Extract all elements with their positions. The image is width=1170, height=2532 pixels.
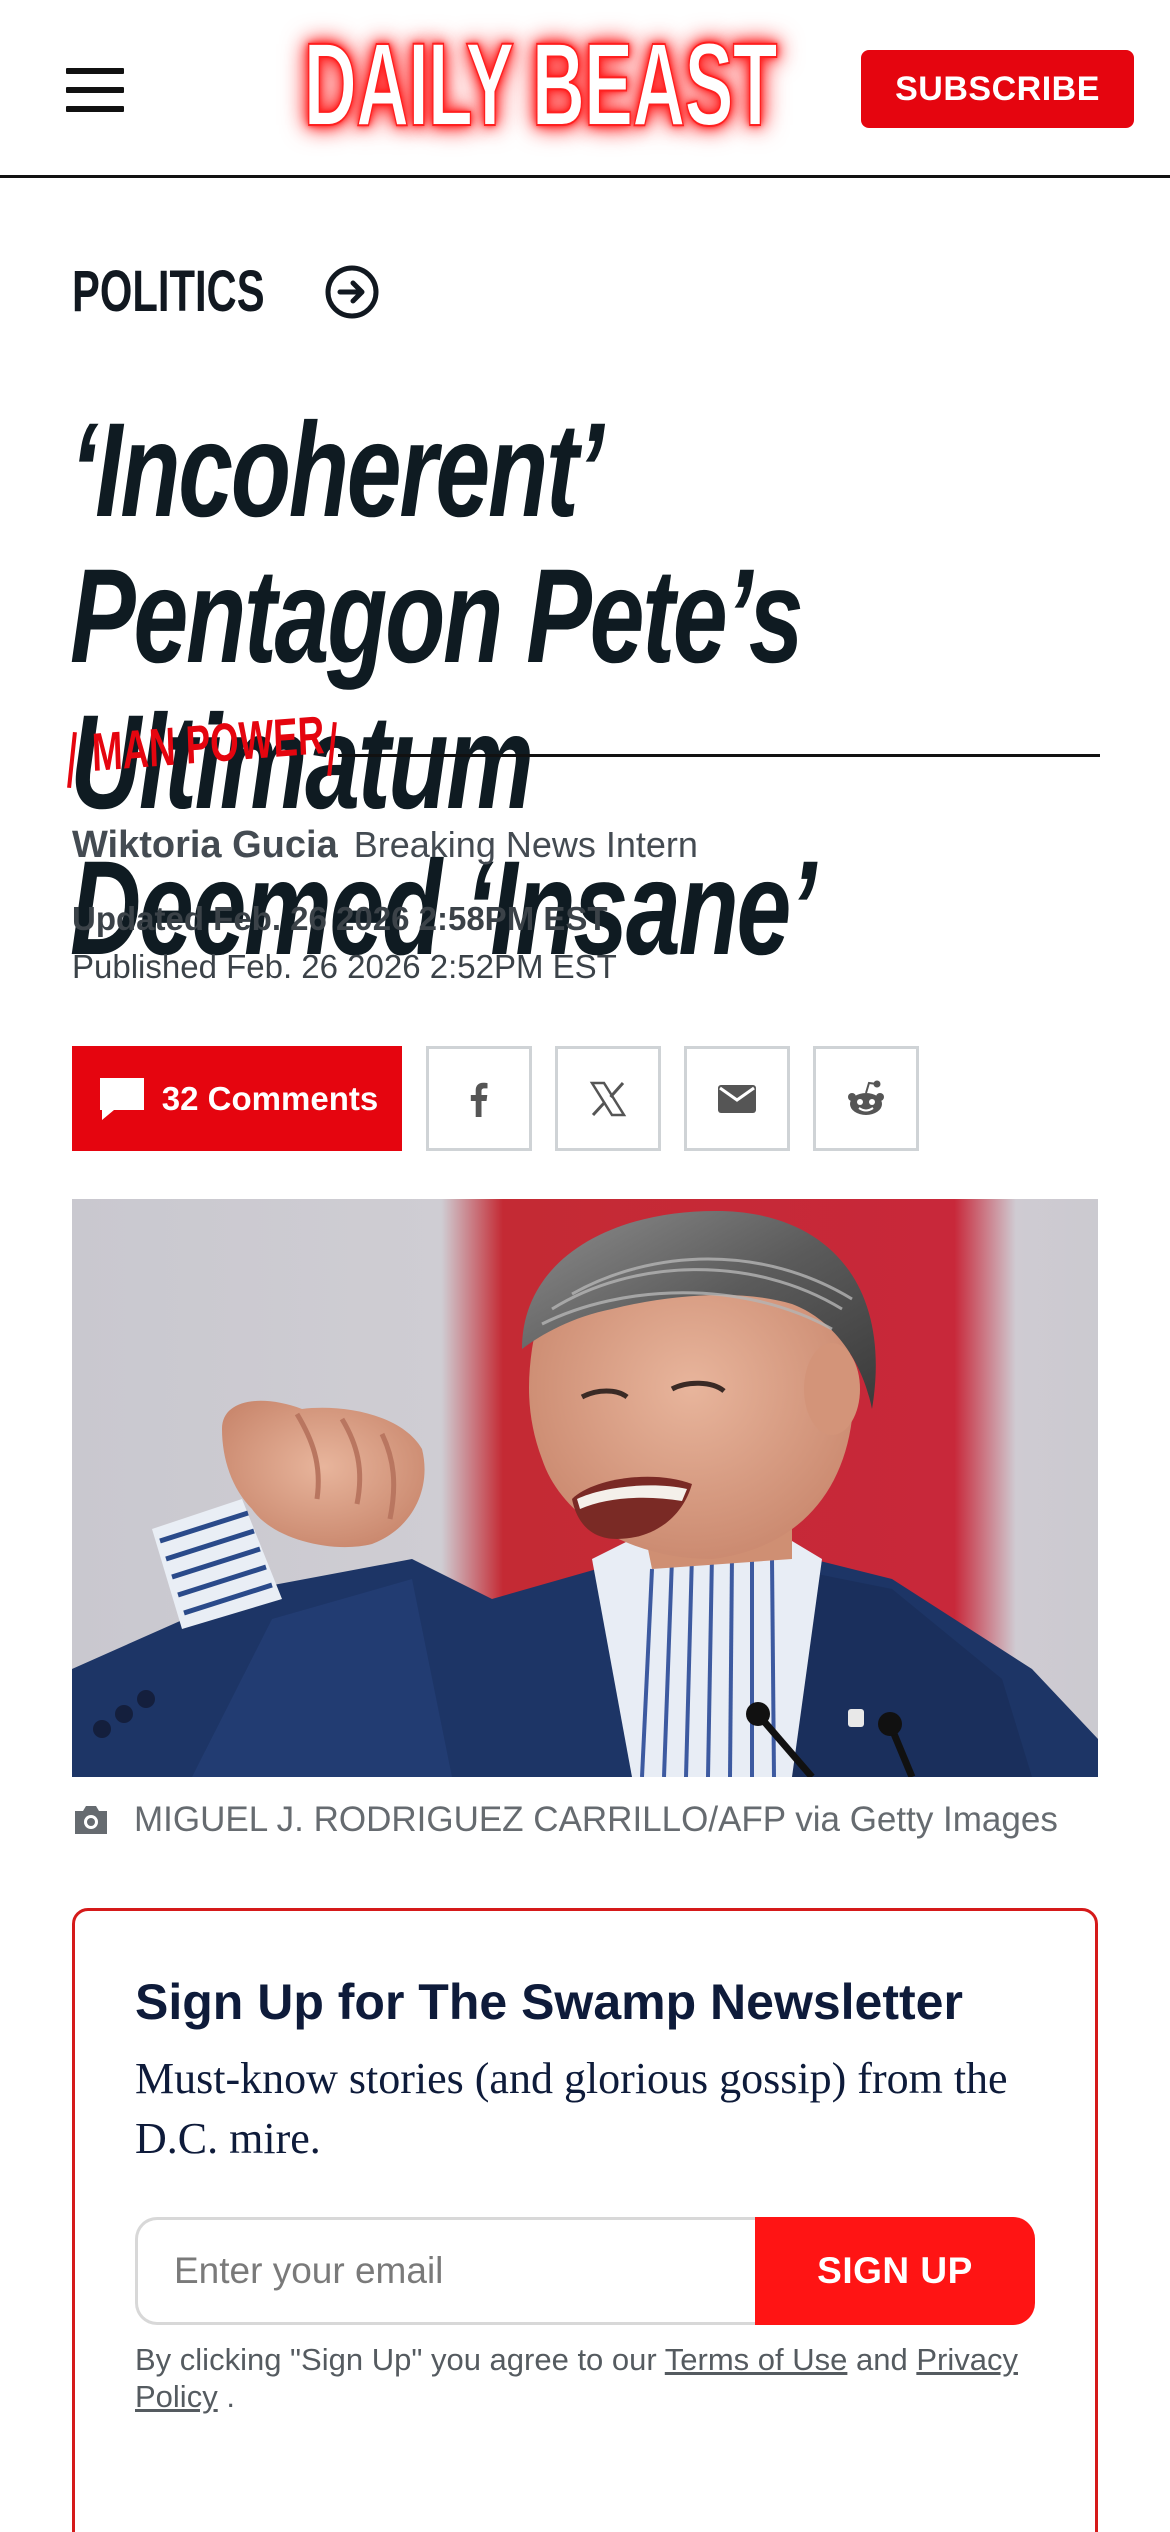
- newsletter-signup: Sign Up for The Swamp Newsletter Must-kn…: [72, 1908, 1098, 2532]
- legal-and: and: [847, 2342, 917, 2377]
- comment-bubble-icon: [99, 1077, 144, 1120]
- legal-suffix: .: [217, 2379, 235, 2414]
- terms-of-use-link[interactable]: Terms of Use: [665, 2342, 848, 2377]
- newsletter-description: Must-know stories (and glorious gossip) …: [135, 2054, 1008, 2163]
- comments-label: 32 Comments: [161, 1079, 379, 1117]
- author-role: Breaking News Intern: [353, 824, 698, 865]
- arrow-circle-right-icon: [325, 265, 379, 318]
- menu-bar: [66, 87, 124, 93]
- share-email-button[interactable]: [684, 1046, 790, 1151]
- article-headline: ‘Incoherent’ Pentagon Pete’s Ultimatum D…: [70, 396, 816, 983]
- author-name[interactable]: Wiktoria Gucia: [72, 824, 338, 866]
- article-photo: [72, 1199, 1098, 1777]
- published-timestamp: Published Feb. 26 2026 2:52PM EST: [72, 948, 617, 985]
- article-rubric: MAN POWER: [67, 705, 1100, 796]
- email-icon: [718, 1084, 756, 1113]
- legal-prefix: By clicking "Sign Up" you agree to our: [135, 2342, 665, 2377]
- site-header: DAILY BEAST SUBSCRIBE: [0, 0, 1170, 178]
- article-photo-illustration: [72, 1199, 1098, 1777]
- rubric-text: MAN POWER: [90, 705, 326, 783]
- section-link[interactable]: POLITICS: [72, 258, 380, 325]
- newsletter-legal: By clicking "Sign Up" you agree to our T…: [135, 2341, 1035, 2415]
- logo-text: DAILY BEAST: [303, 18, 778, 152]
- byline: Wiktoria Gucia Breaking News Intern: [72, 824, 698, 867]
- share-reddit-button[interactable]: [813, 1046, 919, 1151]
- menu-bar: [66, 68, 124, 74]
- newsletter-title: Sign Up for The Swamp Newsletter: [135, 1974, 963, 2030]
- share-facebook-button[interactable]: [426, 1046, 532, 1151]
- rubric-bar: [327, 721, 337, 777]
- sign-up-button[interactable]: SIGN UP: [755, 2217, 1035, 2325]
- email-input[interactable]: [135, 2217, 755, 2325]
- x-icon: [589, 1081, 627, 1116]
- camera-icon: [75, 1806, 107, 1834]
- subscribe-button[interactable]: SUBSCRIBE: [861, 50, 1134, 128]
- section-label: POLITICS: [72, 259, 265, 324]
- facebook-icon: [470, 1082, 488, 1117]
- share-x-button[interactable]: [555, 1046, 661, 1151]
- rubric-bar: [67, 731, 77, 789]
- site-logo[interactable]: DAILY BEAST: [290, 18, 790, 152]
- menu-bar: [66, 106, 124, 112]
- photo-caption: MIGUEL J. RODRIGUEZ CARRILLO/AFP via Get…: [72, 1800, 1058, 1840]
- hamburger-menu-icon[interactable]: [66, 68, 124, 112]
- reddit-icon: [848, 1080, 884, 1115]
- updated-timestamp: Updated Feb. 26 2026 2:58PM EST: [72, 900, 608, 937]
- photo-credit: MIGUEL J. RODRIGUEZ CARRILLO/AFP via Get…: [134, 1800, 1058, 1839]
- comments-button[interactable]: 32 Comments: [72, 1046, 402, 1151]
- rubric-divider: [338, 754, 1100, 757]
